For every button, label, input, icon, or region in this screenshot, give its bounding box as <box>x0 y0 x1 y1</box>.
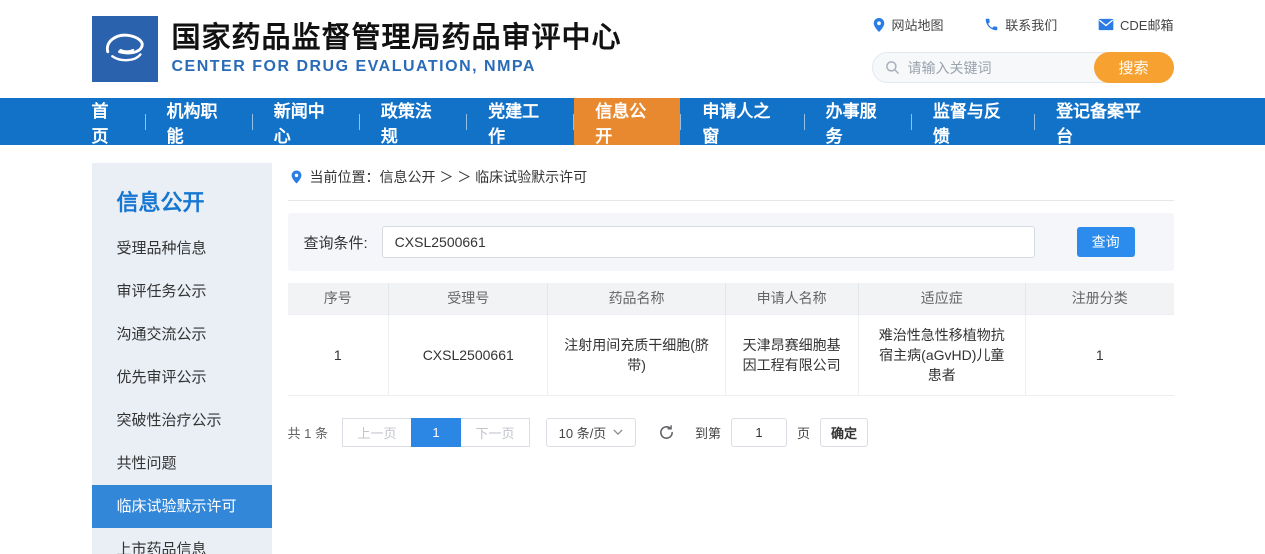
nav-item-home[interactable]: 首页 <box>92 98 145 145</box>
envelope-icon <box>1098 18 1114 31</box>
site-search: 搜索 <box>872 52 1174 83</box>
nav-item-supervision[interactable]: 监督与反馈 <box>912 98 1034 145</box>
column-header-index: 序号 <box>288 283 389 314</box>
column-header-drug-name: 药品名称 <box>548 283 725 314</box>
goto-page: 到第 页 确定 <box>695 418 868 447</box>
quick-links: 网站地图 联系我们 CDE邮箱 <box>872 15 1174 34</box>
search-icon <box>885 60 900 75</box>
nav-item-party[interactable]: 党建工作 <box>467 98 573 145</box>
nav-item-info-disclosure[interactable]: 信息公开 <box>574 98 680 145</box>
site-title: 国家药品监督管理局药品审评中心 <box>172 22 622 55</box>
site-subtitle: CENTER FOR DRUG EVALUATION, NMPA <box>172 58 622 76</box>
cde-mail-link[interactable]: CDE邮箱 <box>1098 15 1173 34</box>
column-header-acceptance-number: 受理号 <box>389 283 548 314</box>
sidebar-item-priority-review[interactable]: 优先审评公示 <box>92 356 272 399</box>
nav-item-policy[interactable]: 政策法规 <box>360 98 466 145</box>
cell-applicant-name: 天津昂赛细胞基因工程有限公司 <box>725 314 858 395</box>
phone-icon <box>984 17 999 32</box>
header-right: 网站地图 联系我们 CDE邮箱 <box>872 15 1174 83</box>
results-table: 序号 受理号 药品名称 申请人名称 适应症 注册分类 1 CXSL2500661… <box>288 283 1174 396</box>
cde-logo <box>92 16 158 82</box>
query-panel: 查询条件: 查询 <box>288 213 1174 271</box>
cell-registration-category: 1 <box>1026 314 1174 395</box>
goto-page-input[interactable] <box>731 418 787 447</box>
sidebar-item-common-questions[interactable]: 共性问题 <box>92 442 272 485</box>
query-input[interactable] <box>382 226 1035 258</box>
site-header: 国家药品监督管理局药品审评中心 CENTER FOR DRUG EVALUATI… <box>0 0 1265 98</box>
breadcrumb-text: 当前位置：信息公开 ＞ ＞ 临床试验默示许可 <box>310 167 588 187</box>
contact-link[interactable]: 联系我们 <box>984 15 1057 34</box>
nav-item-applicant-window[interactable]: 申请人之窗 <box>681 98 803 145</box>
sidebar-item-review-tasks[interactable]: 审评任务公示 <box>92 270 272 313</box>
breadcrumb: 当前位置：信息公开 ＞ ＞ 临床试验默示许可 <box>288 163 1174 201</box>
cell-index: 1 <box>288 314 389 395</box>
sidebar-item-accepted-varieties[interactable]: 受理品种信息 <box>92 227 272 270</box>
column-header-registration-category: 注册分类 <box>1026 283 1174 314</box>
table-row: 1 CXSL2500661 注射用间充质干细胞(脐带) 天津昂赛细胞基因工程有限… <box>288 314 1174 395</box>
location-pin-icon <box>290 169 303 185</box>
query-label: 查询条件: <box>304 232 368 253</box>
search-button[interactable]: 搜索 <box>1094 52 1174 83</box>
nav-item-news[interactable]: 新闻中心 <box>253 98 359 145</box>
refresh-icon[interactable] <box>658 424 675 441</box>
cell-indication: 难治性急性移植物抗宿主病(aGvHD)儿童患者 <box>858 314 1025 395</box>
sidebar: 信息公开 受理品种信息 审评任务公示 沟通交流公示 优先审评公示 突破性治疗公示… <box>92 163 272 554</box>
cell-acceptance-number: CXSL2500661 <box>389 314 548 395</box>
sidebar-item-breakthrough-therapy[interactable]: 突破性治疗公示 <box>92 399 272 442</box>
confirm-button[interactable]: 确定 <box>820 418 868 447</box>
brand: 国家药品监督管理局药品审评中心 CENTER FOR DRUG EVALUATI… <box>92 16 622 82</box>
pagination: 共 1 条 上一页 1 下一页 10 条/页 到第 页 确定 <box>288 418 1174 447</box>
goto-prefix: 到第 <box>695 423 721 442</box>
page-size-select[interactable]: 10 条/页 <box>546 418 636 447</box>
query-button[interactable]: 查询 <box>1077 227 1135 257</box>
prev-page-button[interactable]: 上一页 <box>342 418 412 447</box>
page-1-button[interactable]: 1 <box>411 418 461 447</box>
sidebar-title: 信息公开 <box>92 177 272 227</box>
search-input[interactable] <box>908 60 1078 76</box>
sidebar-item-clinical-trial-implied-license[interactable]: 临床试验默示许可 <box>92 485 272 528</box>
column-header-applicant-name: 申请人名称 <box>725 283 858 314</box>
main-panel: 当前位置：信息公开 ＞ ＞ 临床试验默示许可 查询条件: 查询 序号 受理号 药… <box>288 163 1174 554</box>
sidebar-item-marketed-drugs[interactable]: 上市药品信息 <box>92 528 272 554</box>
nav-item-services[interactable]: 办事服务 <box>805 98 911 145</box>
nav-item-functions[interactable]: 机构职能 <box>146 98 252 145</box>
sitemap-link[interactable]: 网站地图 <box>872 15 944 34</box>
nav-item-registration-platform[interactable]: 登记备案平台 <box>1035 98 1173 145</box>
location-pin-icon <box>872 17 886 33</box>
eagle-swoosh-icon <box>96 20 154 78</box>
brand-text: 国家药品监督管理局药品审评中心 CENTER FOR DRUG EVALUATI… <box>172 22 622 76</box>
main-nav: 首页 机构职能 新闻中心 政策法规 党建工作 信息公开 申请人之窗 办事服务 监… <box>0 98 1265 145</box>
cell-drug-name: 注射用间充质干细胞(脐带) <box>548 314 725 395</box>
pagination-total: 共 1 条 <box>288 423 328 442</box>
goto-suffix: 页 <box>797 423 810 442</box>
sidebar-item-communication[interactable]: 沟通交流公示 <box>92 313 272 356</box>
chevron-down-icon <box>613 429 623 435</box>
next-page-button[interactable]: 下一页 <box>460 418 530 447</box>
table-header-row: 序号 受理号 药品名称 申请人名称 适应症 注册分类 <box>288 283 1174 314</box>
column-header-indication: 适应症 <box>858 283 1025 314</box>
